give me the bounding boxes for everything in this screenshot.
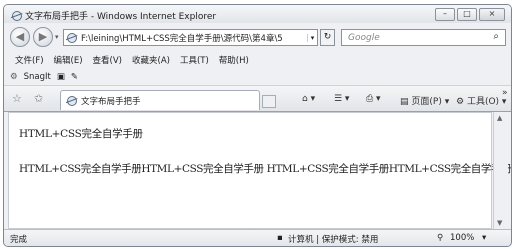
scroll-up-icon[interactable]: ▲ [497,114,502,122]
menu-tools[interactable]: 工具(T) [175,54,214,66]
search-box[interactable]: Google ⌕ [341,29,506,46]
zoom-dropdown-icon[interactable]: ▾ [482,233,486,243]
status-text: 完成 [10,235,28,245]
more-commands-icon[interactable]: » [502,88,508,98]
address-input[interactable]: F:\leining\HTML+CSS完全自学手册\源代码\第4章\5 [81,32,307,44]
maximize-button[interactable]: □ [457,8,477,21]
window-controls: – □ × [435,8,505,21]
refresh-button[interactable]: ↻ [320,29,335,46]
zoom-icon[interactable]: ⚲ [437,233,443,243]
window-title-area: 文字布局手把手 - Windows Internet Explorer [12,9,216,22]
scroll-down-icon[interactable]: ▼ [497,219,502,227]
vertical-scrollbar[interactable]: ▲ ▼ [493,112,508,229]
security-zone: 计算机 | 保护模式: 禁用 [288,235,379,245]
content-line-1: HTML+CSS完全自学手册 [19,128,143,140]
minimize-button[interactable]: – [435,8,455,21]
links-bar: ⚙ SnagIt ▣ ✎ [4,68,511,86]
add-favorites-icon[interactable]: ✩ [34,92,43,105]
feeds-icon[interactable]: ☰ ▾ [334,94,349,104]
tab-page-icon [67,95,77,106]
page-menu-button[interactable]: ▤ 页面(P) ▾ [400,94,449,107]
window-title: 文字布局手把手 - Windows Internet Explorer [25,12,217,22]
page-menu-label: 页面(P) [411,97,442,107]
address-bar[interactable]: F:\leining\HTML+CSS完全自学手册\源代码\第4章\5 ▾ [63,29,318,46]
ie-logo-icon [12,10,22,21]
close-button[interactable]: × [479,8,505,21]
forward-button[interactable]: ▶ [33,27,53,47]
search-input[interactable]: Google [348,33,380,43]
menu-file[interactable]: 文件(F) [10,54,49,66]
favorites-star-icon[interactable]: ☆ [12,92,22,105]
back-button[interactable]: ◀ [10,27,30,47]
history-dropdown-icon[interactable]: ▾ [55,33,59,41]
snagit-icon[interactable]: ⚙ [10,72,18,82]
search-icon[interactable]: ⌕ [493,31,499,42]
capture-options-icon[interactable]: ✎ [71,72,78,82]
page-icon [67,32,77,43]
snagit-button[interactable]: SnagIt [24,72,51,82]
home-icon[interactable]: ⌂ ▾ [302,94,315,104]
capture-icon[interactable]: ▣ [57,72,65,82]
menu-help[interactable]: 帮助(H) [214,54,254,66]
address-dropdown-icon[interactable]: ▾ [307,33,317,42]
page-content: HTML+CSS完全自学手册 HTML+CSS完全自学手册HTML+CSS完全自… [8,112,511,229]
menu-view[interactable]: 查看(V) [88,54,127,66]
tools-menu-label: 工具(O) [466,97,500,107]
tab-active[interactable]: 文字布局手把手 [60,90,260,110]
tab-label: 文字布局手把手 [81,96,141,107]
tab-bar: ☆ ✩ 文字布局手把手 ⌂ ▾ ☰ ▾ ⎙ ▾ ▤ 页面(P) ▾ ⚙ 工具(O… [4,86,511,112]
forward-arrow-icon: ▶ [38,30,48,43]
content-line-2: HTML+CSS完全自学手册HTML+CSS完全自学手册 HTML+CSS完全自… [19,163,512,175]
menu-edit[interactable]: 编辑(E) [49,54,88,66]
back-arrow-icon: ◀ [15,30,25,43]
status-bar: 完成 ▪ 计算机 | 保护模式: 禁用 ⚲ 100% ▾ [4,229,511,246]
print-icon[interactable]: ⎙ ▾ [366,94,381,104]
title-bar: 文字布局手把手 - Windows Internet Explorer – □ … [4,5,511,23]
tools-menu-button[interactable]: ⚙ 工具(O) ▾ [456,94,506,107]
address-row: ◀ ▶ ▾ F:\leining\HTML+CSS完全自学手册\源代码\第4章\… [4,24,511,51]
menu-bar: 文件(F) 编辑(E) 查看(V) 收藏夹(A) 工具(T) 帮助(H) [4,52,511,67]
menu-favorites[interactable]: 收藏夹(A) [127,54,175,66]
browser-window: 文字布局手把手 - Windows Internet Explorer – □ … [3,4,512,247]
new-tab-button[interactable] [262,95,276,108]
computer-icon: ▪ [277,233,283,243]
zoom-level[interactable]: 100% [450,233,474,243]
